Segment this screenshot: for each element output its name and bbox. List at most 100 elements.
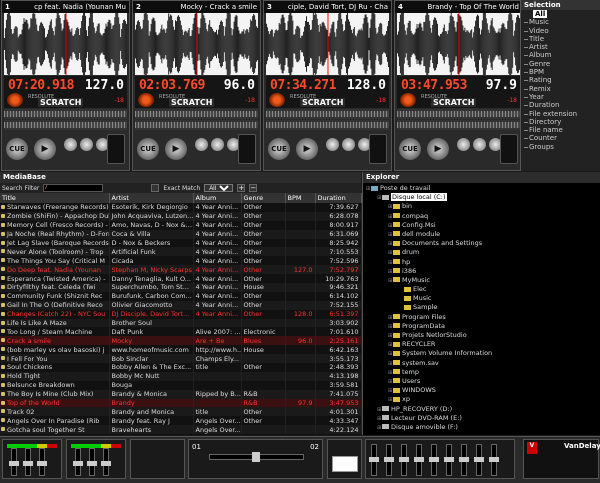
platter-icon[interactable] (7, 93, 23, 107)
tree-item[interactable]: Sample (363, 303, 600, 312)
selection-item[interactable]: Music (521, 18, 600, 26)
pitch-slider[interactable] (266, 120, 389, 130)
volume-fader-1[interactable] (9, 448, 19, 476)
selection-item[interactable]: All (533, 10, 547, 19)
pitch-slider[interactable] (4, 120, 127, 130)
tree-item[interactable]: ⊞ RECYCLER (363, 340, 600, 349)
selection-item[interactable]: Album (521, 51, 600, 59)
table-row[interactable]: Do Deep feat. Nadia (Younan Stephan M, Ni… (0, 265, 362, 275)
table-row[interactable]: Gotcha soul Together St Bravehearts Angels… (0, 425, 362, 435)
pitch-slider[interactable] (397, 120, 520, 130)
fx-box[interactable] (238, 134, 256, 164)
play-button[interactable]: ▶ (296, 138, 318, 160)
tree-item[interactable]: Elec (363, 285, 600, 294)
scratch-button[interactable]: SCRATCH (38, 98, 84, 107)
waveform[interactable] (266, 13, 389, 75)
tree-item[interactable]: ⊞ System Volume Information (363, 349, 600, 358)
tree-item[interactable]: ⊞ i386 (363, 267, 600, 276)
table-row[interactable]: The Things You Say (Critical M Cicada 4 Ye… (0, 256, 362, 266)
tree-item[interactable]: Music (363, 294, 600, 303)
tree-item[interactable]: ⊞ Lecteur DVD-RAM (E:) (363, 414, 600, 423)
table-row[interactable]: Hold Tight Bobby Mc Nutt 4:13.198 (0, 371, 362, 381)
fx-fader-5[interactable] (429, 444, 439, 476)
tree-item[interactable]: ⊞ compaq (363, 212, 600, 221)
mini-waveform[interactable] (266, 109, 389, 119)
table-row[interactable]: Life Is Like A Maze Brother Soul 3:03.902 (0, 318, 362, 328)
tree-item[interactable]: ⊞ Program Files (363, 313, 600, 322)
selection-item[interactable]: Rating (521, 76, 600, 84)
waveform[interactable] (397, 13, 520, 75)
knob-2[interactable] (473, 138, 486, 151)
knob-2[interactable] (211, 138, 224, 151)
fx-fader-2[interactable] (384, 444, 394, 476)
filter-scope-select[interactable]: All (204, 184, 234, 192)
table-row[interactable]: Starwaves (Freerange Records) Esoterik, K… (0, 203, 362, 212)
column-header[interactable]: BPM (285, 193, 316, 203)
table-row[interactable]: Crack a smile Mocky Are + Be Blues 96.0 2:25.… (0, 336, 362, 346)
knob-2[interactable] (80, 138, 93, 151)
selection-item[interactable]: Year (521, 93, 600, 101)
table-row[interactable]: Top of the World Brandy R&B 97.9 3:47.953 (0, 398, 362, 408)
cue-button[interactable]: CUE (137, 138, 159, 160)
column-header[interactable]: Album (193, 193, 242, 203)
play-button[interactable]: ▶ (34, 138, 56, 160)
table-row[interactable]: Changes (Catch 22) - NYC Sou DJ Disciple,… (0, 309, 362, 319)
tree-item[interactable]: ⊞ Disque local (C:) (363, 193, 600, 202)
table-row[interactable]: Esperanca (Twisted America) - Danny Tenag… (0, 274, 362, 284)
tree-item[interactable]: ⊞ Documents and Settings (363, 239, 600, 248)
tree-item[interactable]: ⊞ temp (363, 368, 600, 377)
fx-box[interactable] (500, 134, 518, 164)
waveform[interactable] (4, 13, 127, 75)
knob-2[interactable] (342, 138, 355, 151)
fx-box[interactable] (107, 134, 125, 164)
fx-fader-3[interactable] (399, 444, 409, 476)
column-header[interactable]: Artist (109, 193, 194, 203)
tree-item[interactable]: ⊞ Poste de travail (363, 184, 600, 193)
add-filter-button[interactable]: + (237, 184, 246, 192)
tree-item[interactable]: ⊞ dell module (363, 230, 600, 239)
column-header[interactable]: Genre (241, 193, 286, 203)
column-header[interactable]: Duration (315, 193, 362, 203)
tree-item[interactable]: ⊞ bin (363, 202, 600, 211)
tree-item[interactable]: ⊞ WINDOWS (363, 386, 600, 395)
table-row[interactable]: Belsunce Breakdown Bouga 3:59.581 (0, 380, 362, 390)
scratch-button[interactable]: SCRATCH (431, 98, 477, 107)
scratch-button[interactable]: SCRATCH (169, 98, 215, 107)
table-row[interactable]: Never Alone (Toolroom) - Trop Artificial … (0, 247, 362, 257)
table-row[interactable]: I Fell For You Bob Sinclar Champs Ely... 3:… (0, 354, 362, 364)
cue-button[interactable]: CUE (268, 138, 290, 160)
table-row[interactable]: Jet Lag Slave (Baroque Records D - Nox & … (0, 238, 362, 248)
fx-box[interactable] (369, 134, 387, 164)
table-row[interactable]: Soul Chickens Bobby Allen & The Exc... tit… (0, 363, 362, 372)
selection-item[interactable]: Video (521, 27, 600, 35)
cue-button[interactable]: CUE (6, 138, 28, 160)
table-row[interactable]: Track 02 Brandy and Monica title Other 4:01.… (0, 407, 362, 417)
search-input[interactable] (43, 184, 104, 192)
play-button[interactable]: ▶ (165, 138, 187, 160)
fx-fader-1[interactable] (369, 444, 379, 476)
fx-fader-4[interactable] (414, 444, 424, 476)
selection-item[interactable]: Remix (521, 85, 600, 93)
knob-1[interactable] (326, 138, 339, 151)
table-row[interactable]: The Boy Is Mine (Club Mix) Brandy & Monic… (0, 389, 362, 399)
remove-filter-button[interactable]: − (249, 184, 258, 192)
scratch-button[interactable]: SCRATCH (300, 98, 346, 107)
fx-fader-8[interactable] (474, 444, 484, 476)
table-row[interactable]: Dirtyfilthy feat. Celeda (Twi Superchumbo… (0, 283, 362, 292)
waveform[interactable] (135, 13, 258, 75)
eq-fader-2[interactable] (101, 448, 111, 476)
selection-item[interactable]: Counter (521, 134, 600, 142)
platter-icon[interactable] (269, 93, 285, 107)
selection-item[interactable]: File extension (521, 110, 600, 118)
selection-item[interactable]: Artist (521, 43, 600, 51)
mini-waveform[interactable] (4, 109, 127, 119)
tree-item[interactable]: ⊞ Projets NetlorStudio (363, 331, 600, 340)
tree-item[interactable]: ⊞ ProgramData (363, 322, 600, 331)
sampler-screen[interactable] (332, 456, 358, 472)
table-row[interactable]: Memory Cell (Fresco Records) - Amo, Navas… (0, 220, 362, 230)
tree-item[interactable]: ⊞ MyMusic (363, 276, 600, 285)
platter-icon[interactable] (138, 93, 154, 107)
table-row[interactable]: Gail In The O (Definitive Reco Olivier Gi… (0, 300, 362, 310)
tree-item[interactable]: ⊞ xp (363, 395, 600, 404)
tree-item[interactable]: ⊞ system.sav (363, 359, 600, 368)
